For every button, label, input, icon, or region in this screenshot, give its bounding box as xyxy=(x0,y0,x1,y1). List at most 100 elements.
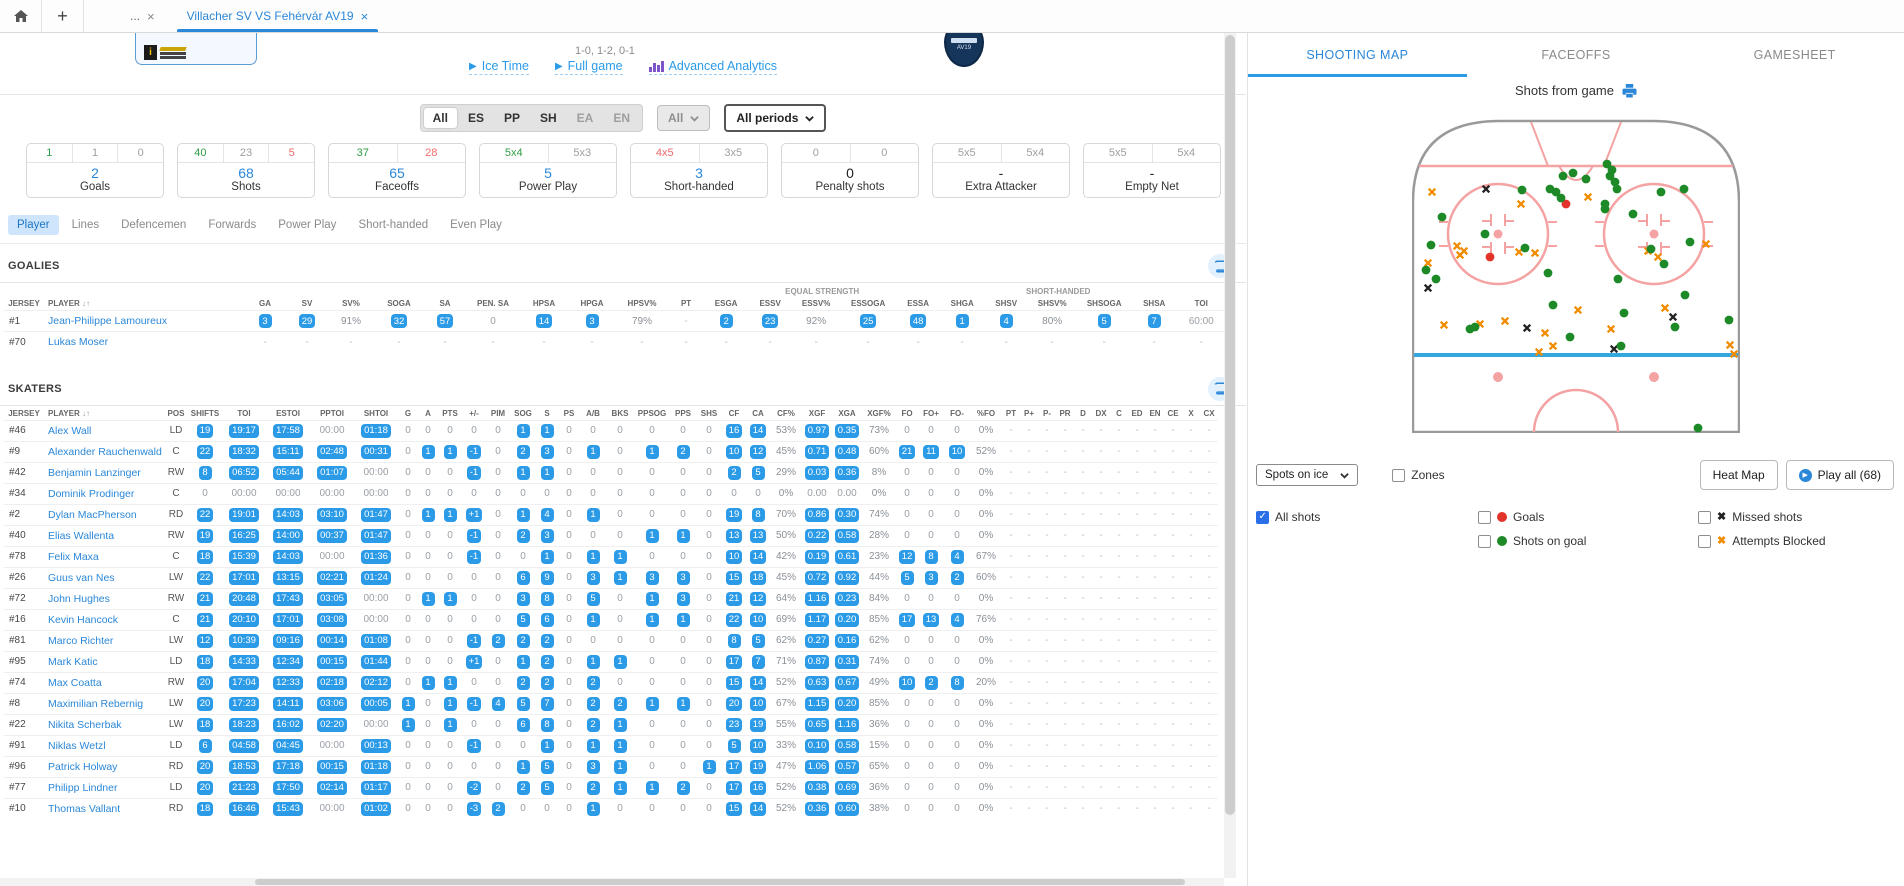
legend-row-missed-shots[interactable]: ✖Missed shots xyxy=(1698,510,1802,524)
column-header-essv[interactable]: ESSV xyxy=(748,296,792,311)
shot-marker-sog[interactable] xyxy=(1518,186,1527,195)
print-icon[interactable] xyxy=(1622,84,1637,98)
column-header-jersey[interactable]: JERSEY xyxy=(4,406,44,421)
browser-tab-collapsed[interactable]: ... × xyxy=(114,0,171,32)
column-header-essv%[interactable]: ESSV% xyxy=(792,296,840,311)
shot-marker-sog[interactable] xyxy=(1544,269,1553,278)
column-header-fo+[interactable]: FO+ xyxy=(918,406,944,421)
column-header-estoi[interactable]: ESTOI xyxy=(266,406,310,421)
shot-marker-sog[interactable] xyxy=(1521,244,1530,253)
sort-icon[interactable]: ↓↑ xyxy=(80,409,90,418)
column-header-d[interactable]: D xyxy=(1074,406,1092,421)
column-header-hpga[interactable]: HPGA xyxy=(568,296,616,311)
column-header-ppsog[interactable]: PPSOG xyxy=(634,406,670,421)
column-header-pt[interactable]: PT xyxy=(1002,406,1020,421)
column-header-g[interactable]: G xyxy=(398,406,418,421)
player-link[interactable]: Philipp Lindner xyxy=(48,782,117,794)
column-header-%fo[interactable]: %FO xyxy=(970,406,1002,421)
shot-marker-sog[interactable] xyxy=(1680,185,1689,194)
shot-marker-sog[interactable] xyxy=(1629,210,1638,219)
tab-player[interactable]: Player xyxy=(8,215,59,235)
all-shots-checkbox[interactable] xyxy=(1256,511,1269,524)
player-link[interactable]: Alexander Rauchenwald xyxy=(48,446,162,458)
player-link[interactable]: Mark Katic xyxy=(48,656,98,668)
column-header-pts[interactable]: PTS xyxy=(438,406,462,421)
shot-marker-sog[interactable] xyxy=(1606,172,1615,181)
column-header-ed[interactable]: ED xyxy=(1128,406,1146,421)
shot-marker-sog[interactable] xyxy=(1614,275,1623,284)
shot-marker-sog[interactable] xyxy=(1422,266,1431,275)
column-header-shsv%[interactable]: SHSV% xyxy=(1028,296,1076,311)
shot-marker-sog[interactable] xyxy=(1617,342,1626,351)
player-link[interactable]: Thomas Vallant xyxy=(48,803,120,815)
strength-dropdown[interactable]: All xyxy=(657,105,710,131)
display-mode-select[interactable]: Spots on ice xyxy=(1256,464,1358,486)
column-header-toi[interactable]: TOI xyxy=(222,406,266,421)
column-header-sog[interactable]: SOG xyxy=(510,406,536,421)
segment-all[interactable]: All xyxy=(424,108,457,128)
shot-marker-sog[interactable] xyxy=(1686,238,1695,247)
heat-map-button[interactable]: Heat Map xyxy=(1700,460,1778,490)
shot-marker-sog[interactable] xyxy=(1694,424,1703,433)
column-header-pos[interactable]: POS xyxy=(164,406,188,421)
player-link[interactable]: Niklas Wetzl xyxy=(48,740,106,752)
tab-even-play[interactable]: Even Play xyxy=(441,215,511,235)
player-link[interactable]: Kevin Hancock xyxy=(48,614,118,626)
column-header-p+[interactable]: P+ xyxy=(1020,406,1038,421)
segment-sh[interactable]: SH xyxy=(531,108,566,128)
column-header-xgf[interactable]: XGF xyxy=(802,406,832,421)
shot-marker-sog[interactable] xyxy=(1660,260,1669,269)
column-header-c[interactable]: C xyxy=(1110,406,1128,421)
column-header-pps[interactable]: PPS xyxy=(670,406,696,421)
player-link[interactable]: Benjamin Lanzinger xyxy=(48,467,141,479)
zones-checkbox[interactable] xyxy=(1392,469,1405,482)
column-header-shsa[interactable]: SHSA xyxy=(1132,296,1176,311)
column-header-shs[interactable]: SHS xyxy=(696,406,722,421)
column-header-cf[interactable]: CF xyxy=(722,406,746,421)
shot-marker-sog[interactable] xyxy=(1601,205,1610,214)
player-link[interactable]: Felix Maxa xyxy=(48,551,99,563)
periods-dropdown[interactable]: All periods xyxy=(724,104,826,132)
column-header-pr[interactable]: PR xyxy=(1056,406,1074,421)
shot-marker-sog[interactable] xyxy=(1582,175,1591,184)
legend-row-goals[interactable]: Goals xyxy=(1478,510,1544,524)
horizontal-scrollbar[interactable] xyxy=(0,878,1224,886)
shot-marker-sog[interactable] xyxy=(1559,172,1568,181)
column-header-bks[interactable]: BKS xyxy=(606,406,634,421)
column-header-a[interactable]: A xyxy=(418,406,438,421)
shot-marker-sog[interactable] xyxy=(1620,309,1629,318)
column-header-+-[interactable]: +/- xyxy=(462,406,486,421)
shot-marker-sog[interactable] xyxy=(1471,323,1480,332)
column-header-ce[interactable]: CE xyxy=(1164,406,1182,421)
legend-row-shots-on-goal[interactable]: Shots on goal xyxy=(1478,534,1586,548)
column-header-player[interactable]: PLAYER ↓↑ xyxy=(44,406,164,421)
column-header-esga[interactable]: ESGA xyxy=(704,296,748,311)
column-header-shsv[interactable]: SHSV xyxy=(984,296,1028,311)
sort-icon[interactable]: ↓↑ xyxy=(80,299,90,308)
tab-defencemen[interactable]: Defencemen xyxy=(112,215,195,235)
column-header-player[interactable]: PLAYER ↓↑ xyxy=(44,296,244,311)
column-header-sa[interactable]: SA xyxy=(424,296,466,311)
column-header-xgf%[interactable]: XGF% xyxy=(862,406,896,421)
column-header-pensa[interactable]: PEN. SA xyxy=(466,296,520,311)
column-header-sv%[interactable]: SV% xyxy=(328,296,374,311)
column-header-pptoi[interactable]: PPTOI xyxy=(310,406,354,421)
legend-checkbox[interactable] xyxy=(1698,535,1711,548)
shot-marker-sog[interactable] xyxy=(1569,169,1578,178)
legend-row-attempts-blocked[interactable]: ✖Attempts Blocked xyxy=(1698,534,1826,548)
shot-marker-sog[interactable] xyxy=(1481,230,1490,239)
player-link[interactable]: Max Coatta xyxy=(48,677,102,689)
column-header-hpsv%[interactable]: HPSV% xyxy=(616,296,668,311)
column-header-shifts[interactable]: SHIFTS xyxy=(188,406,222,421)
tab-shooting-map[interactable]: SHOOTING MAP xyxy=(1248,33,1467,77)
legend-checkbox[interactable] xyxy=(1698,511,1711,524)
shot-marker-sog[interactable] xyxy=(1725,316,1734,325)
player-link[interactable]: Maximilian Rebernig xyxy=(48,698,143,710)
tab-power-play[interactable]: Power Play xyxy=(269,215,345,235)
column-header-x[interactable]: X xyxy=(1182,406,1200,421)
tab-lines[interactable]: Lines xyxy=(63,215,109,235)
column-header-essa[interactable]: ESSA xyxy=(896,296,940,311)
shot-marker-sog[interactable] xyxy=(1647,245,1656,254)
column-header-hpsa[interactable]: HPSA xyxy=(520,296,568,311)
player-link[interactable]: Lukas Moser xyxy=(48,336,108,348)
